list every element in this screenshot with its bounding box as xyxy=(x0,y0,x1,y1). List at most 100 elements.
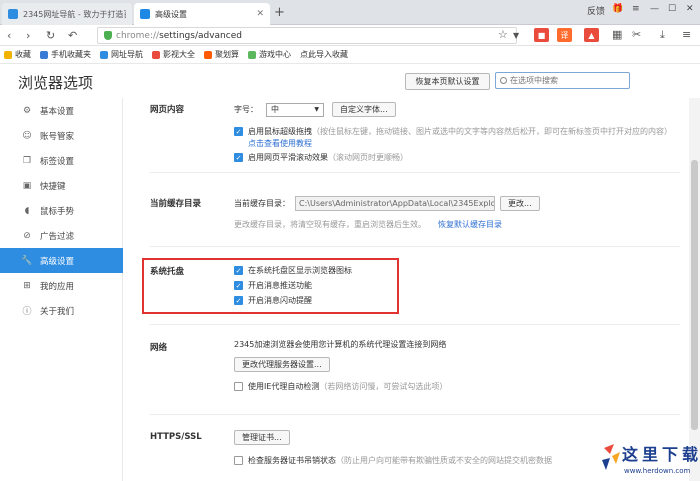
bookmarks-bar: 收藏 手机收藏夹 网址导航 影视大全 聚划算 游戏中心 点此导入收藏 xyxy=(0,46,700,64)
push-checkbox[interactable]: ✓ xyxy=(234,281,243,290)
menu-icon[interactable]: ≡ xyxy=(682,28,691,41)
block-icon: ⊘ xyxy=(23,230,31,241)
keyboard-icon: ▣ xyxy=(22,180,32,191)
divider xyxy=(150,246,680,247)
2345-favicon xyxy=(8,9,18,19)
download-icon[interactable]: ⤓ xyxy=(660,28,665,42)
tray-icon-checkbox[interactable]: ✓ xyxy=(234,266,243,275)
proxy-settings-button[interactable]: 更改代理服务器设置... xyxy=(234,357,330,372)
revoke-label: 检查服务器证书吊销状态 xyxy=(248,456,336,465)
url-input[interactable]: chrome://settings/advanced xyxy=(97,27,517,44)
forward-icon[interactable]: › xyxy=(26,29,30,42)
info-icon: ⓘ xyxy=(22,307,32,317)
search-input[interactable] xyxy=(510,76,625,85)
bookmark-item[interactable]: 收藏 xyxy=(4,49,31,60)
sidebar-item-account[interactable]: ☺ 账号管家 xyxy=(0,123,123,148)
change-cache-button[interactable]: 更改... xyxy=(500,196,540,211)
tab-advanced-settings[interactable]: 高级设置 ✕ xyxy=(134,3,270,25)
smooth-scroll-label: 启用网页平滑滚动效果 xyxy=(248,153,328,162)
gift-icon[interactable]: 🎁 xyxy=(612,4,623,14)
address-bar: ‹ › ↻ ↶ chrome://settings/advanced ☆ ▼ ■… xyxy=(0,25,700,46)
tab-2345-nav[interactable]: 2345网址导航 - 致力于打造百 xyxy=(2,3,132,25)
import-bookmarks-link[interactable]: 点此导入收藏 xyxy=(300,49,348,60)
font-size-select[interactable]: 中 ▼ xyxy=(266,102,324,117)
gear-icon: ⚙ xyxy=(22,105,32,116)
drag-label: 启用鼠标超级拖拽 xyxy=(248,127,312,136)
star-icon[interactable]: ☆ xyxy=(498,28,508,41)
revoke-checkbox[interactable] xyxy=(234,456,243,465)
settings-search xyxy=(495,72,630,89)
red-app-icon[interactable]: ■ xyxy=(534,28,549,42)
section-title-tray: 系统托盘 xyxy=(150,267,185,277)
cache-hint-row: 更改缓存目录，将清空现有缓存，重启浏览器后生效。 恢复默认缓存目录 xyxy=(234,219,502,230)
sidebar-item-adblock[interactable]: ⊘ 广告过滤 xyxy=(0,223,123,248)
scissors-icon[interactable]: ✂ xyxy=(632,28,641,41)
bookmark-item[interactable]: 影视大全 xyxy=(152,49,195,60)
custom-font-button[interactable]: 自定义字体... xyxy=(332,102,396,117)
drag-checkbox[interactable]: ✓ xyxy=(234,127,243,136)
tab-strip: 2345网址导航 - 致力于打造百 高级设置 ✕ + 反馈 🎁 ≡ — ☐ ✕ xyxy=(0,0,700,25)
revoke-hint: （防止用户向可能带有欺骗性质或不安全的网站提交机密数据 xyxy=(336,456,552,465)
url-scheme: chrome:// xyxy=(116,30,160,41)
drag-tutorial-row: 点击查看使用教程 xyxy=(248,138,312,149)
game-icon[interactable]: ▲ xyxy=(584,28,599,42)
deal-icon xyxy=(204,50,212,59)
minimize-icon[interactable]: — xyxy=(650,4,659,14)
feedback-link[interactable]: 反馈 xyxy=(587,4,605,17)
tab-icon: ❐ xyxy=(22,155,32,166)
push-label: 开启消息推送功能 xyxy=(248,281,312,290)
search-icon xyxy=(500,77,507,84)
section-title-https: HTTPS/SSL xyxy=(150,432,202,442)
ie-proxy-hint: （若网络访问慢，可尝试勾选此项） xyxy=(319,382,448,391)
sidebar-item-shortcuts[interactable]: ▣ 快捷键 xyxy=(0,173,123,198)
sidebar-item-tabs[interactable]: ❐ 标签设置 xyxy=(0,148,123,173)
close-window-icon[interactable]: ✕ xyxy=(686,4,694,14)
cache-dir-field[interactable]: C:\Users\Administrator\AppData\Local\234… xyxy=(295,196,495,211)
chevron-down-icon: ▼ xyxy=(314,106,319,113)
restore-defaults-button[interactable]: 恢复本页默认设置 xyxy=(405,73,490,90)
drag-tutorial-link[interactable]: 点击查看使用教程 xyxy=(248,138,312,149)
sidebar-item-advanced[interactable]: 🔧 高级设置 xyxy=(0,248,123,273)
reload-icon[interactable]: ↻ xyxy=(46,29,55,42)
proxy-row: 更改代理服务器设置... xyxy=(234,357,330,372)
bookmark-item[interactable]: 游戏中心 xyxy=(248,49,291,60)
wrench-icon: 🔧 xyxy=(21,255,33,266)
divider xyxy=(150,414,680,415)
bookmark-item[interactable]: 手机收藏夹 xyxy=(40,49,91,60)
cache-hint: 更改缓存目录，将清空现有缓存，重启浏览器后生效。 xyxy=(234,220,426,229)
sidebar-item-apps[interactable]: ⊞ 我的应用 xyxy=(0,273,123,298)
bookmark-item[interactable]: 聚划算 xyxy=(204,49,239,60)
url-path: settings/advanced xyxy=(159,30,242,41)
section-title-web: 网页内容 xyxy=(150,105,185,115)
sidebar-item-mouse-gestures[interactable]: ◖ 鼠标手势 xyxy=(0,198,123,223)
scrollbar-thumb[interactable] xyxy=(691,160,698,430)
push-row: ✓ 开启消息推送功能 xyxy=(234,280,312,291)
restore-cache-link[interactable]: 恢复默认缓存目录 xyxy=(438,219,502,230)
undo-close-icon[interactable]: ↶ xyxy=(68,29,77,42)
sidebar: ⚙ 基本设置 ☺ 账号管家 ❐ 标签设置 ▣ 快捷键 ◖ 鼠标手势 ⊘ 广告过滤 🔧 高级设置… xyxy=(0,98,123,481)
sidebar-item-basic[interactable]: ⚙ 基本设置 xyxy=(0,98,123,123)
phone-icon xyxy=(40,50,48,59)
flash-checkbox[interactable]: ✓ xyxy=(234,296,243,305)
ie-proxy-checkbox[interactable] xyxy=(234,382,243,391)
star-icon xyxy=(4,50,12,59)
translate-icon[interactable]: 译 xyxy=(557,28,572,42)
back-icon[interactable]: ‹ xyxy=(7,29,11,42)
apps-icon: ⊞ xyxy=(23,280,31,291)
watermark-url: www.herdown.com xyxy=(624,467,691,475)
close-tab-icon[interactable]: ✕ xyxy=(256,9,264,19)
smooth-scroll-checkbox[interactable]: ✓ xyxy=(234,153,243,162)
bookmark-item[interactable]: 网址导航 xyxy=(100,49,143,60)
manage-cert-button[interactable]: 管理证书... xyxy=(234,430,290,445)
mouse-icon: ◖ xyxy=(24,205,30,216)
menu-icon[interactable]: ≡ xyxy=(632,4,640,14)
ie-proxy-label: 使用IE代理自动检测 xyxy=(248,382,320,391)
maximize-icon[interactable]: ☐ xyxy=(668,4,676,14)
grid-icon[interactable]: ▦ xyxy=(612,28,622,41)
sidebar-item-about[interactable]: ⓘ 关于我们 xyxy=(0,298,123,323)
new-tab-button[interactable]: + xyxy=(274,5,285,20)
security-shield-icon xyxy=(104,31,112,40)
smooth-scroll-row: ✓ 启用网页平滑滚动效果 （滚动网页时更顺畅） xyxy=(234,152,408,163)
dropdown-chevron-icon[interactable]: ▼ xyxy=(513,31,519,40)
divider xyxy=(150,172,680,173)
